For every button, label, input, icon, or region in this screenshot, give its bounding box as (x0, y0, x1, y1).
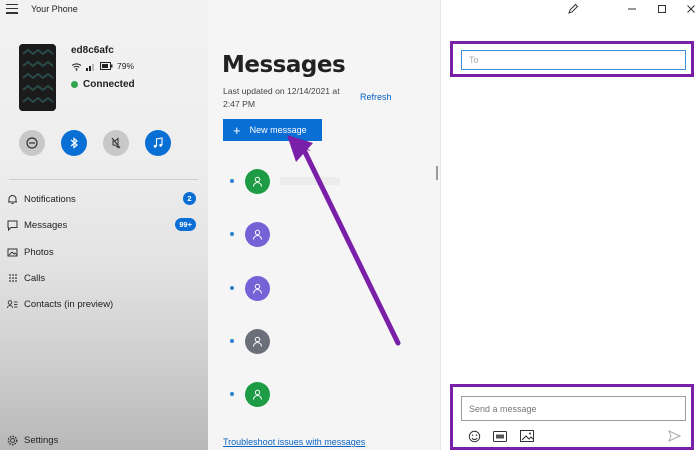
sidebar-item-photos[interactable]: Photos (6, 244, 202, 260)
sidebar-item-label: Notifications (24, 193, 76, 205)
sidebar-item-messages[interactable]: Messages 99+ (6, 217, 202, 233)
close-icon[interactable] (683, 2, 699, 16)
do-not-disturb-button[interactable] (19, 130, 45, 156)
person-icon (253, 283, 262, 294)
notifications-badge: 2 (183, 192, 196, 205)
messages-badge: 99+ (175, 218, 196, 231)
pane-resize-handle[interactable] (436, 166, 438, 180)
chat-icon (6, 219, 18, 231)
conversation-item[interactable] (230, 275, 410, 301)
person-icon (253, 176, 262, 187)
plus-icon: + (233, 122, 241, 138)
unread-dot (230, 339, 234, 343)
mute-button[interactable] (103, 130, 129, 156)
connected-dot (71, 81, 78, 88)
avatar (245, 168, 270, 194)
app-title: Your Phone (31, 4, 78, 14)
bluetooth-button[interactable] (61, 130, 87, 156)
bluetooth-icon (70, 137, 78, 149)
maximize-icon[interactable] (654, 2, 670, 16)
troubleshoot-link[interactable]: Troubleshoot issues with messages (223, 437, 365, 447)
gif-icon[interactable] (492, 429, 508, 443)
connection-label: Connected (83, 79, 135, 90)
image-icon[interactable] (519, 429, 535, 443)
unread-dot (230, 179, 234, 183)
pen-icon[interactable] (565, 2, 581, 16)
do-not-disturb-icon (26, 137, 38, 149)
sidebar-item-label: Photos (24, 246, 54, 258)
minimize-icon[interactable] (624, 2, 640, 16)
connection-status: Connected (71, 79, 135, 90)
sidebar: Your Phone ed8c6afc 79% Connected Notifi… (0, 0, 208, 450)
device-name: ed8c6afc (71, 45, 114, 56)
sidebar-divider (9, 179, 198, 180)
last-updated-text: Last updated on 12/14/2021 at 2:47 PM (223, 86, 340, 109)
device-status-line: 79% (71, 61, 134, 71)
dialpad-icon (6, 272, 18, 284)
unread-dot (230, 392, 234, 396)
page-title: Messages (222, 52, 346, 78)
person-icon (253, 389, 262, 400)
avatar (245, 221, 270, 247)
conversation-item[interactable] (230, 381, 410, 407)
emoji-icon[interactable] (466, 429, 482, 443)
refresh-link[interactable]: Refresh (360, 92, 392, 102)
sidebar-item-label: Messages (24, 219, 68, 231)
avatar (245, 328, 270, 354)
send-icon[interactable] (666, 429, 682, 443)
sidebar-item-label: Settings (24, 434, 59, 446)
battery-icon (100, 62, 113, 70)
menu-icon[interactable] (6, 4, 18, 14)
to-input[interactable]: To (461, 50, 686, 70)
sidebar-item-label: Calls (24, 272, 46, 284)
new-message-button[interactable]: + New message (223, 119, 322, 141)
sidebar-item-settings[interactable]: Settings (6, 432, 202, 448)
signal-icon (86, 63, 94, 71)
sidebar-item-contacts[interactable]: Contacts (in preview) (6, 296, 202, 312)
contact-name-placeholder (280, 177, 340, 185)
sidebar-item-notifications[interactable]: Notifications 2 (6, 191, 202, 207)
music-icon (153, 137, 163, 148)
bell-icon (6, 193, 18, 205)
audio-player-button[interactable] (145, 130, 171, 156)
wifi-icon (71, 62, 82, 71)
unread-dot (230, 286, 234, 290)
conversation-item[interactable] (230, 168, 410, 194)
conversation-item[interactable] (230, 328, 410, 354)
avatar (245, 381, 270, 407)
photo-icon (6, 246, 18, 258)
person-icon (253, 336, 262, 347)
sidebar-item-label: Contacts (in preview) (24, 298, 114, 310)
avatar (245, 275, 270, 301)
new-message-label: New message (249, 125, 307, 135)
person-icon (253, 229, 262, 240)
mute-icon (111, 137, 121, 149)
conversation-item[interactable] (230, 221, 410, 247)
unread-dot (230, 232, 234, 236)
sidebar-item-calls[interactable]: Calls (6, 270, 202, 286)
phone-image (19, 44, 56, 111)
contacts-icon (6, 298, 18, 310)
battery-level: 79% (117, 61, 135, 71)
message-input[interactable]: Send a message (461, 396, 686, 421)
gear-icon (6, 434, 18, 446)
